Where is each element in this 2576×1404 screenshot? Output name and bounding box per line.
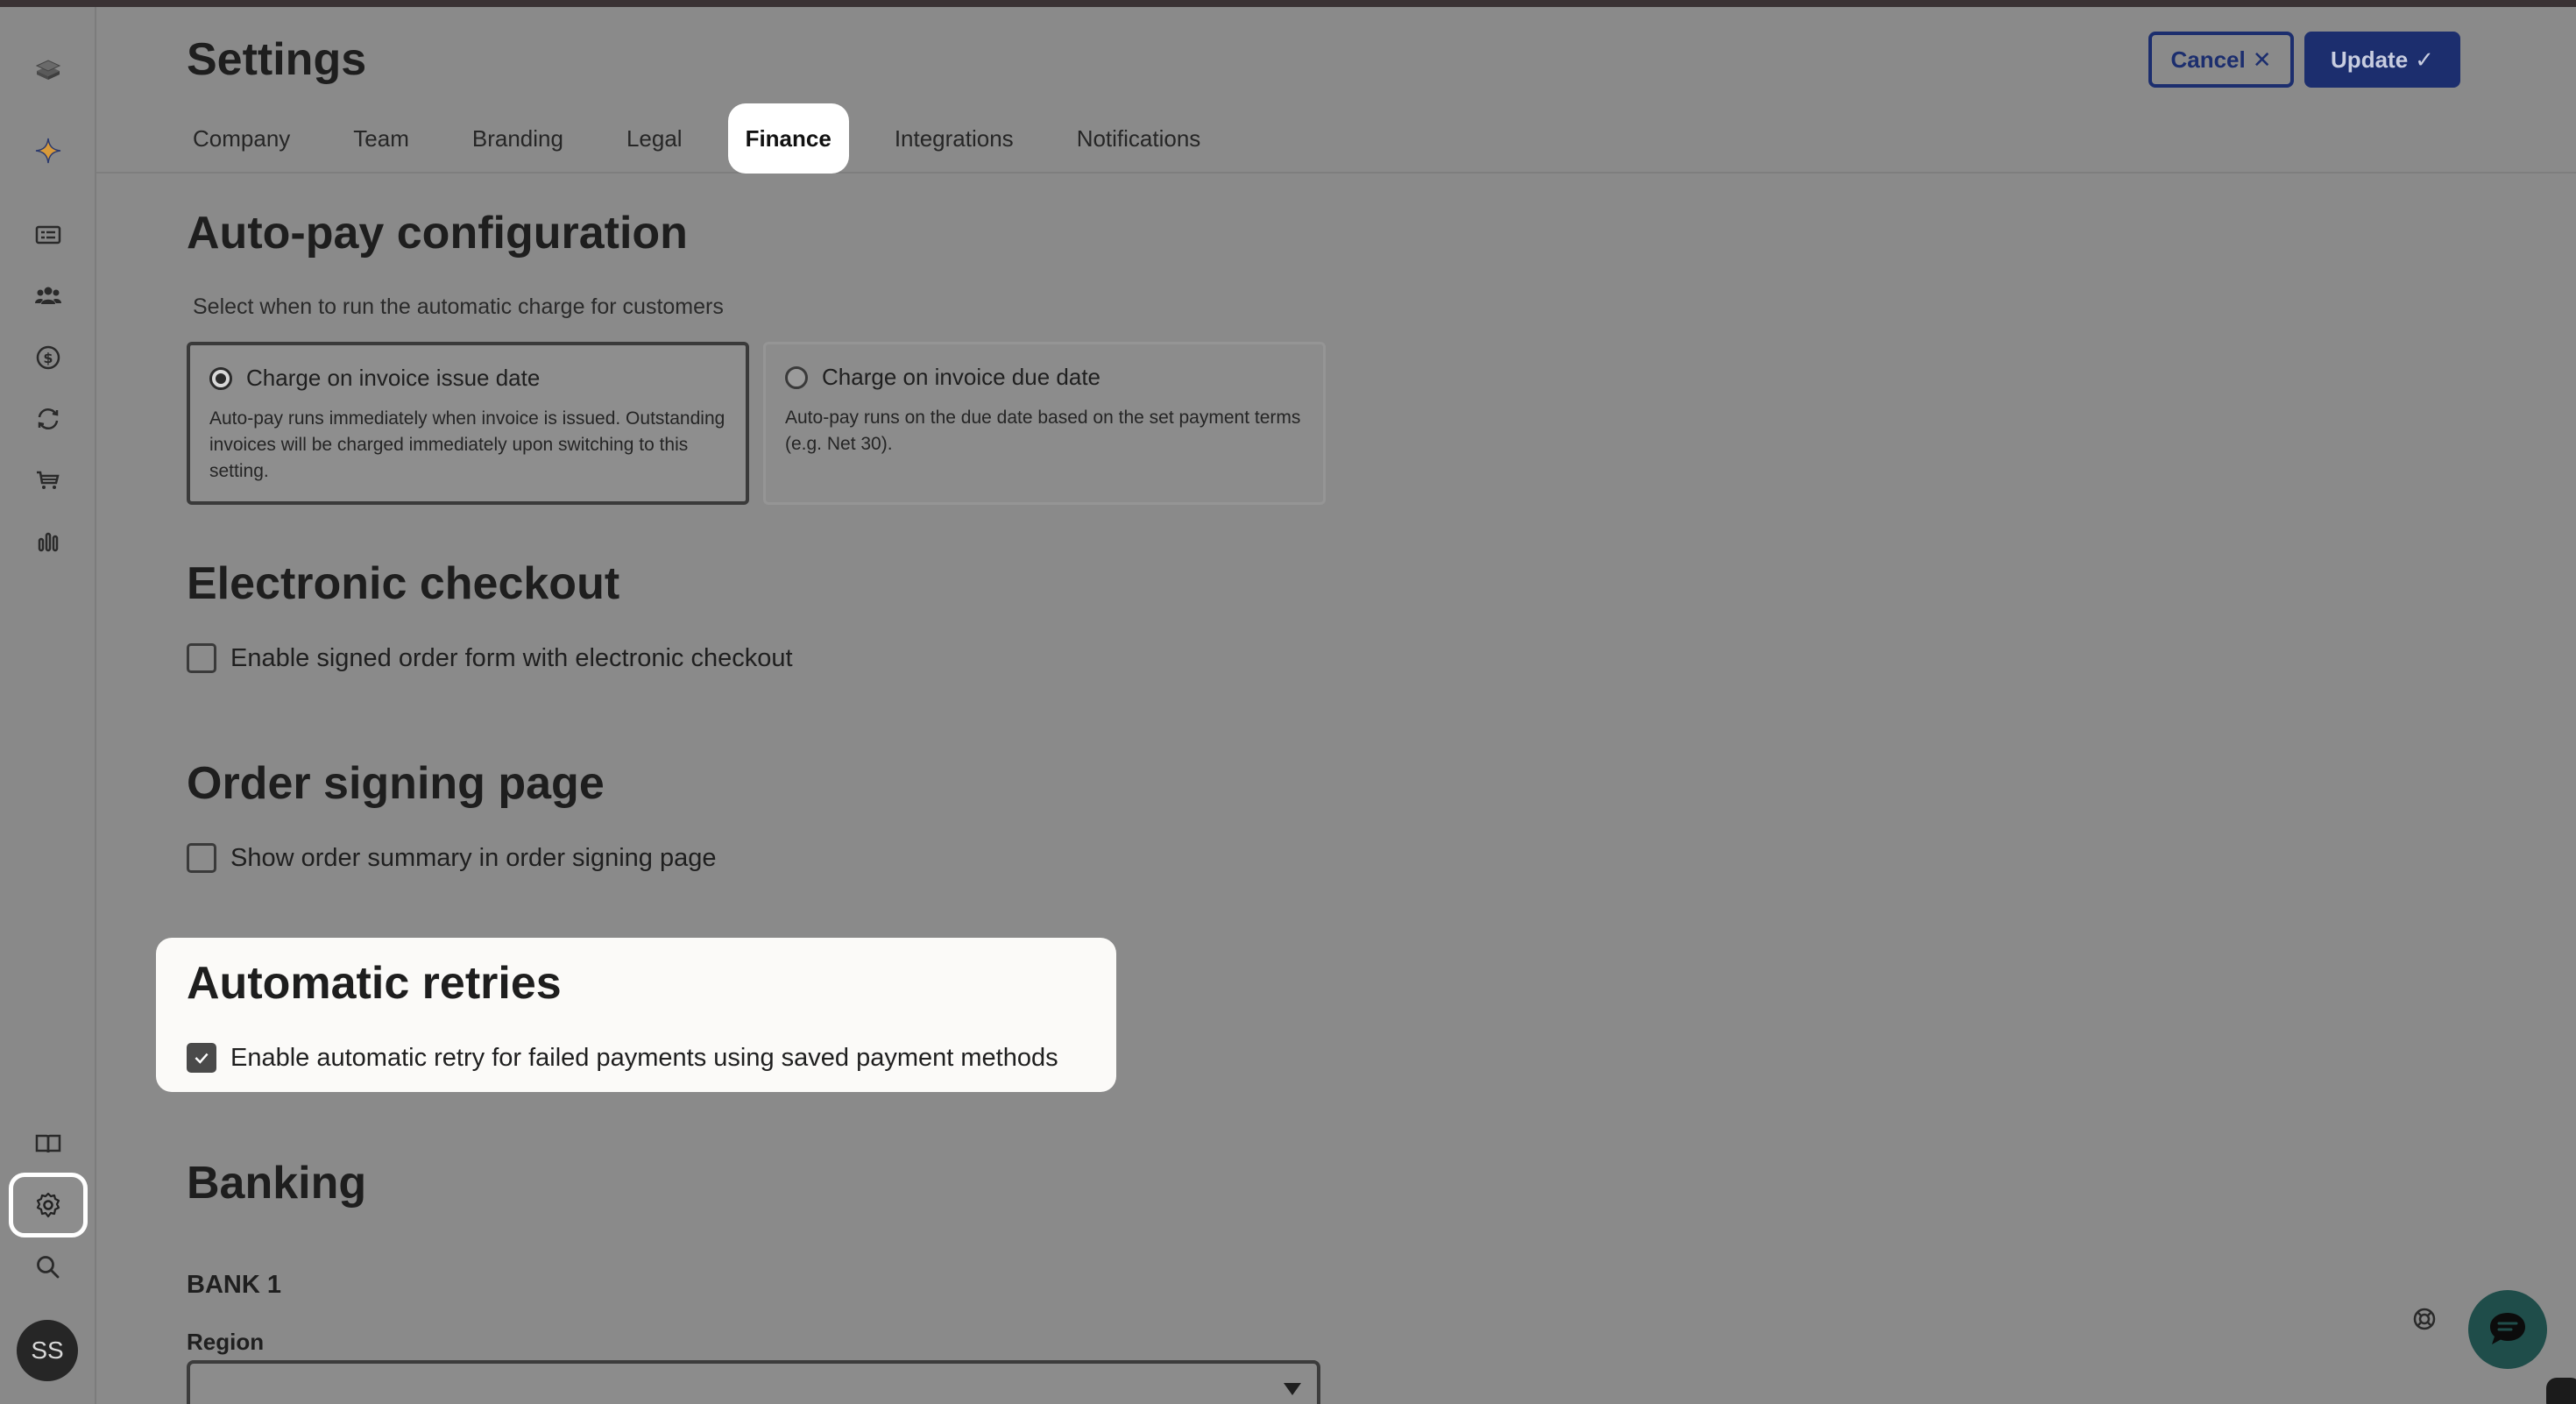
automatic-retries-title: Automatic retries	[187, 958, 562, 1009]
check-icon	[195, 1053, 209, 1064]
top-edge-bar	[0, 0, 2576, 7]
logo-icon[interactable]	[15, 42, 81, 95]
tab-legal[interactable]: Legal	[609, 103, 700, 174]
tab-notifications[interactable]: Notifications	[1059, 103, 1219, 174]
billing-icon[interactable]: $	[15, 331, 81, 384]
order-summary-label: Show order summary in order signing page	[230, 843, 717, 872]
customers-icon	[35, 287, 61, 304]
order-summary-checkbox[interactable]	[187, 843, 216, 873]
tab-finance[interactable]: Finance	[727, 103, 849, 174]
check-icon: ✓	[2415, 46, 2434, 73]
electronic-checkout-title: Electronic checkout	[187, 558, 620, 609]
tab-company[interactable]: Company	[175, 103, 308, 174]
update-button[interactable]: Update ✓	[2304, 32, 2460, 88]
cancel-button[interactable]: Cancel ✕	[2148, 32, 2294, 88]
reports-icon	[38, 532, 59, 552]
sidebar: $ SS	[0, 7, 96, 1404]
widget-corner	[2546, 1378, 2576, 1404]
settings-tabs: Company Team Branding Legal Finance Inte…	[175, 103, 1246, 174]
region-select[interactable]	[187, 1360, 1320, 1404]
autopay-option-label: Charge on invoice issue date	[246, 365, 541, 391]
radio-selected[interactable]	[209, 366, 232, 390]
autopay-option-description: Auto-pay runs immediately when invoice i…	[209, 408, 725, 481]
subscriptions-icon	[38, 408, 59, 429]
chat-icon	[2490, 1313, 2525, 1344]
order-signing-title: Order signing page	[187, 758, 605, 809]
close-icon: ✕	[2252, 46, 2272, 73]
tab-branding[interactable]: Branding	[455, 103, 581, 174]
sparkle-icon[interactable]	[15, 124, 81, 177]
docs-icon	[35, 1134, 61, 1153]
quotes-icon[interactable]	[15, 209, 81, 261]
customers-icon[interactable]	[15, 270, 81, 323]
svg-text:$: $	[43, 350, 53, 366]
docs-icon[interactable]	[15, 1117, 81, 1170]
radio-unselected[interactable]	[785, 365, 808, 389]
search-icon	[37, 1256, 60, 1279]
cancel-button-label: Cancel	[2170, 46, 2246, 73]
settings-header: Settings Company Team Branding Legal Fin…	[96, 7, 2576, 174]
autopay-option-header: Charge on invoice due date	[785, 364, 1304, 391]
sparkle-icon	[35, 138, 61, 164]
quotes-icon	[35, 225, 61, 245]
settings-icon[interactable]	[9, 1173, 88, 1237]
electronic-checkout-checkbox[interactable]	[187, 643, 216, 673]
update-button-label: Update	[2331, 46, 2409, 73]
subscriptions-icon[interactable]	[15, 393, 81, 445]
page-title: Settings	[187, 34, 367, 85]
search-icon[interactable]	[15, 1241, 81, 1294]
catalog-icon[interactable]	[15, 454, 81, 507]
region-label: Region	[187, 1329, 265, 1355]
autopay-option-due-date[interactable]: Charge on invoice due date Auto-pay runs…	[763, 342, 1326, 505]
catalog-icon	[37, 471, 60, 489]
electronic-checkout-label: Enable signed order form with electronic…	[230, 643, 793, 672]
lifebuoy-icon	[2413, 1308, 2436, 1330]
autopay-subtitle: Select when to run the automatic charge …	[193, 294, 724, 319]
electronic-checkout-row[interactable]: Enable signed order form with electronic…	[187, 643, 793, 673]
billing-icon: $	[36, 345, 60, 370]
gear-icon	[36, 1192, 60, 1218]
autopay-option-label: Charge on invoice due date	[822, 364, 1101, 390]
autopay-option-description: Auto-pay runs on the due date based on t…	[785, 408, 1301, 454]
tab-integrations[interactable]: Integrations	[877, 103, 1031, 174]
banking-title: Banking	[187, 1158, 367, 1209]
tab-team[interactable]: Team	[336, 103, 427, 174]
bank-label: BANK 1	[187, 1271, 281, 1299]
chat-button[interactable]	[2468, 1290, 2547, 1369]
automatic-retry-checkbox[interactable]	[187, 1043, 216, 1073]
autopay-option-issue-date[interactable]: Charge on invoice issue date Auto-pay ru…	[187, 342, 749, 505]
help-icon[interactable]	[2411, 1306, 2438, 1332]
automatic-retries-row[interactable]: Enable automatic retry for failed paymen…	[187, 1043, 1058, 1073]
chevron-down-icon	[1284, 1383, 1301, 1395]
avatar[interactable]: SS	[17, 1320, 78, 1381]
reports-icon[interactable]	[15, 515, 81, 568]
autopay-section-title: Auto-pay configuration	[187, 208, 688, 259]
logo-icon	[35, 60, 61, 80]
autopay-option-header: Charge on invoice issue date	[209, 365, 726, 392]
automatic-retry-label: Enable automatic retry for failed paymen…	[230, 1043, 1058, 1072]
order-signing-row[interactable]: Show order summary in order signing page	[187, 843, 717, 873]
